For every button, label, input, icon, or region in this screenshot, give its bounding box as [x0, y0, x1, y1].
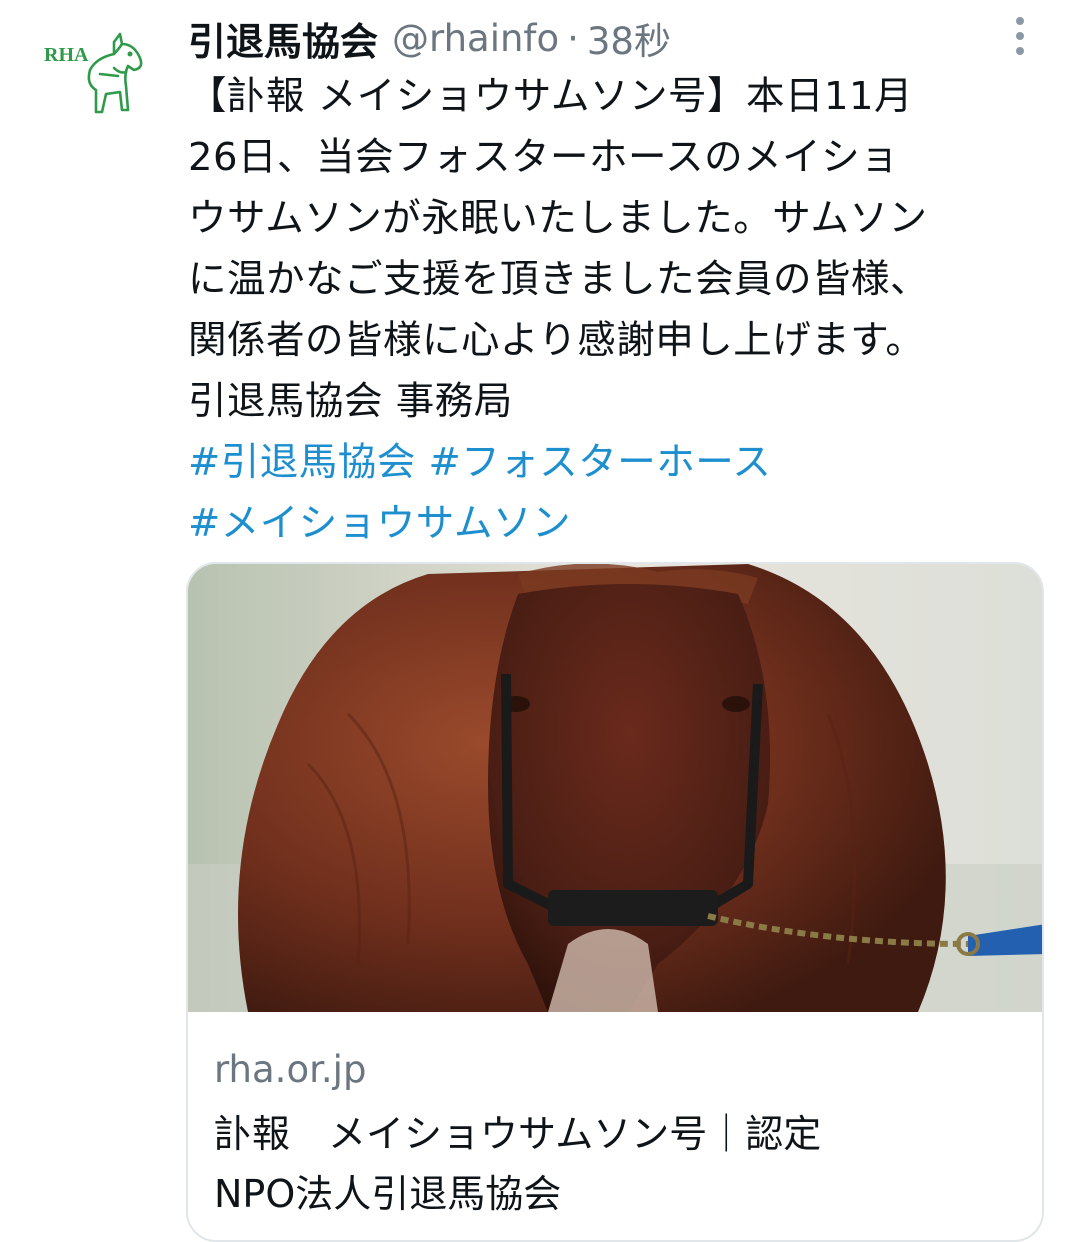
hashtag-link[interactable]: #引退馬協会 [188, 440, 416, 485]
tweet-body: 【訃報 メイショウサムソン号】本日11月 26日、当会フォスターホースのメイショ… [188, 66, 1048, 554]
tweet[interactable]: RHA 引退馬協会 @rhainfo · 38秒 【訃報 メイショウサムソン号】… [0, 0, 1080, 1242]
hashtag-line: #メイショウサムソン [188, 493, 1048, 554]
hashtag-line: #引退馬協会 #フォスターホース [188, 432, 1048, 493]
logo-text: RHA [44, 44, 89, 66]
card-title: 訃報 メイショウサムソン号｜認定 NPO法人引退馬協会 [214, 1104, 1024, 1224]
avatar[interactable]: RHA [30, 14, 160, 144]
header-separator: · [567, 16, 579, 60]
rha-logo-icon: RHA [44, 32, 143, 114]
tweet-body-line: 26日、当会フォスターホースのメイショ [188, 135, 900, 180]
tweet-body-line: 【訃報 メイショウサムソン号】本日11月 [188, 74, 913, 119]
card-meta: rha.or.jp 訃報 メイショウサムソン号｜認定 NPO法人引退馬協会 [214, 1042, 1024, 1224]
tweet-body-line: 引退馬協会 事務局 [188, 379, 513, 424]
horse-photo-illustration [188, 564, 1042, 1012]
more-vertical-icon[interactable] [1000, 12, 1040, 60]
card-title-line: NPO法人引退馬協会 [214, 1172, 562, 1216]
tweet-timestamp[interactable]: 38秒 [587, 11, 671, 65]
hashtag-link[interactable]: #フォスターホース [429, 440, 772, 485]
tweet-body-line: 関係者の皆様に心より感謝申し上げます。 [188, 318, 925, 363]
tweet-header: 引退馬協会 @rhainfo · 38秒 [188, 10, 671, 66]
hashtag-link[interactable]: #メイショウサムソン [188, 501, 571, 546]
card-domain: rha.or.jp [214, 1048, 367, 1091]
link-preview-card[interactable]: rha.or.jp 訃報 メイショウサムソン号｜認定 NPO法人引退馬協会 [186, 562, 1044, 1242]
display-name[interactable]: 引退馬協会 [188, 11, 378, 66]
card-title-line: 訃報 メイショウサムソン号｜認定 [214, 1112, 822, 1156]
horse-photo[interactable] [188, 564, 1042, 1012]
tweet-body-line: に温かなご支援を頂きました会員の皆様、 [188, 257, 930, 302]
user-handle[interactable]: @rhainfo [392, 17, 559, 60]
tweet-body-line: ウサムソンが永眠いたしました。サムソン [188, 196, 928, 241]
